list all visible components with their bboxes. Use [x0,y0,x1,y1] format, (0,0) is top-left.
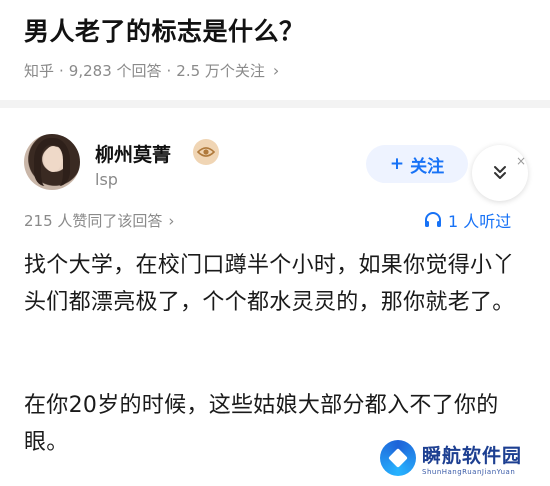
chevron-right-icon: › [272,61,280,80]
answers-count: 9,283 个回答 [68,62,162,80]
double-chevron-down-icon [494,166,506,179]
section-divider [0,100,550,108]
follow-label: 关注 [410,156,445,177]
plus-icon: + [389,154,405,174]
question-meta[interactable]: 知乎 · 9,283 个回答 · 2.5 万个关注 › [24,60,279,81]
listen-button[interactable]: 1 人听过 [424,208,511,232]
follow-button[interactable]: + 关注 [366,145,468,183]
watermark-name: 瞬航软件园 [422,444,523,467]
author-name[interactable]: 柳州莫菁 [95,140,171,167]
followers-count: 2.5 万个关注 [176,62,265,80]
upvote-count: 215 人赞同了该回答 [24,212,163,230]
chevron-right-icon: › [168,211,175,230]
listen-label: 1 人听过 [448,212,512,231]
upvote-info[interactable]: 215 人赞同了该回答 › [24,210,174,231]
meta-separator: · [59,61,64,80]
close-icon[interactable]: × [516,154,526,168]
author-subtitle: lsp [95,170,118,189]
source-label: 知乎 [24,62,55,80]
headphones-icon [425,212,441,227]
watermark: 瞬航软件园 ShunHangRuanJianYuan [380,440,522,476]
answer-paragraph: 找个大学，在校门口蹲半个小时，如果你觉得小丫头们都漂亮极了，个个都水灵灵的，那你… [24,253,515,315]
watermark-pinyin: ShunHangRuanJianYuan [422,467,516,476]
question-title[interactable]: 男人老了的标志是什么？ [24,12,305,48]
watermark-logo-icon [380,440,416,476]
eye-badge-icon [193,139,219,165]
avatar-face [44,146,62,172]
meta-separator: · [166,61,172,80]
user-avatar-photo[interactable] [24,134,80,190]
